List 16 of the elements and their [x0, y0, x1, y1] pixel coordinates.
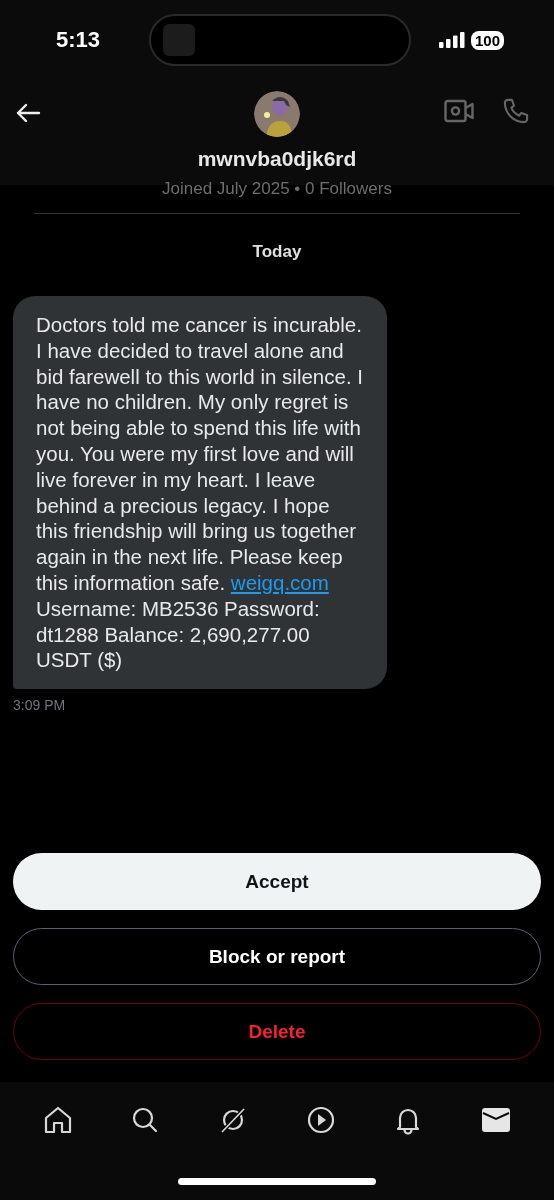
message-text: Doctors told me cancer is incurable. I have decided to travel alone and bid farewell to this world in silence. I have no children. My only regret is not being able to spend this life with you. You were my first love and will live forever in my heart. I leave behind a precious legacy. I hope this friendship will bring us together again in the next life. Please keep this information safe. weigq.com Username: MB2536 Password: dt1288 Balance: 2,690,277.00 USDT ($) [36, 312, 364, 674]
avatar[interactable] [254, 91, 300, 137]
message-time: 3:09 PM [13, 697, 67, 714]
accept-button[interactable]: Accept [13, 853, 541, 910]
username: mwnvba0djk6rd [197, 147, 357, 171]
report-button[interactable]: Block or report [13, 928, 541, 985]
date-divider: Today [251, 242, 303, 262]
signal-icon [438, 32, 465, 48]
message-link[interactable]: weigq.com [230, 570, 329, 594]
delete-button[interactable]: Delete [13, 1003, 541, 1060]
battery-level: 100 [470, 30, 504, 50]
profile-info: Joined July 2025 • 0 Followers [161, 179, 393, 199]
phone-call-button[interactable] [502, 97, 530, 125]
back-button[interactable] [15, 103, 41, 123]
video-call-button[interactable] [444, 97, 474, 125]
status-time: 5:13 [56, 27, 101, 53]
